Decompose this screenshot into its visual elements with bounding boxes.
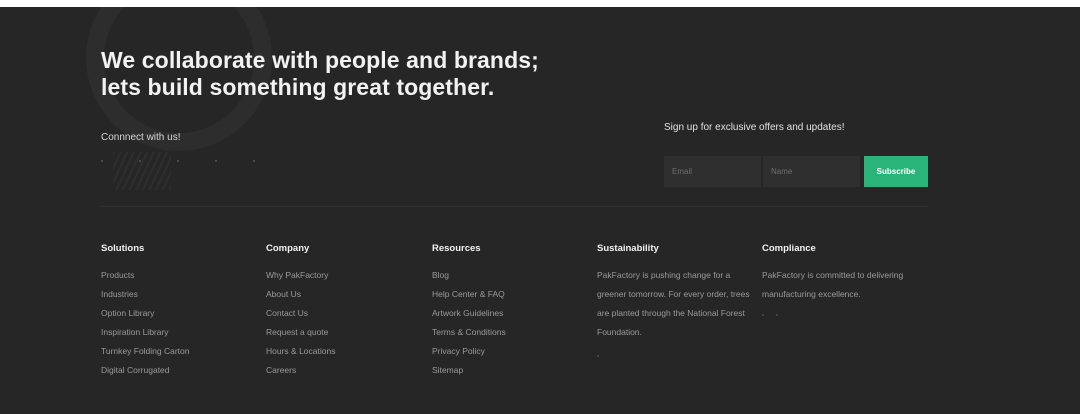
footer-column-sustainability: Sustainability PakFactory is pushing cha… (597, 243, 757, 362)
column-title: Sustainability (597, 243, 659, 254)
site-footer: We collaborate with people and brands; l… (0, 7, 1080, 414)
footer-link[interactable]: Turnkey Folding Carton (101, 342, 190, 361)
footer-column-compliance: Compliance PakFactory is committed to de… (762, 243, 928, 324)
compliance-badges (762, 304, 928, 324)
footer-link[interactable]: Option Library (101, 304, 190, 323)
column-title: Solutions (101, 243, 145, 254)
footer-divider (101, 206, 928, 207)
footer-link[interactable]: Blog (432, 266, 506, 285)
footer-link[interactable]: Digital Corrugated (101, 361, 190, 380)
footer-link[interactable]: Products (101, 266, 190, 285)
footer-link[interactable]: Careers (266, 361, 335, 380)
social-link-icon[interactable] (215, 160, 217, 162)
footer-link[interactable]: Industries (101, 285, 190, 304)
footer-column-company: Company Why PakFactory About Us Contact … (266, 243, 335, 380)
column-title: Resources (432, 243, 481, 254)
social-link-icon[interactable] (253, 160, 255, 162)
footer-link[interactable]: Sitemap (432, 361, 506, 380)
column-title: Compliance (762, 243, 816, 254)
headline-line-1: We collaborate with people and brands; (101, 47, 539, 73)
signup-label: Sign up for exclusive offers and updates… (664, 122, 845, 133)
footer-link[interactable]: Hours & Locations (266, 342, 335, 361)
footer-headline: We collaborate with people and brands; l… (101, 47, 539, 101)
social-link-icon[interactable] (177, 160, 179, 162)
footer-link[interactable]: Terms & Conditions (432, 323, 506, 342)
sustainability-badge (597, 342, 757, 362)
column-title: Company (266, 243, 310, 254)
footer-column-resources: Resources Blog Help Center & FAQ Artwork… (432, 243, 506, 380)
subscribe-button[interactable]: Subscribe (864, 156, 928, 187)
social-links (101, 152, 271, 192)
email-input[interactable] (664, 156, 761, 187)
compliance-text: PakFactory is committed to delivering ma… (762, 270, 904, 299)
footer-link[interactable]: Artwork Guidelines (432, 304, 506, 323)
sustainability-text: PakFactory is pushing change for a green… (597, 270, 750, 337)
footer-link[interactable]: Why PakFactory (266, 266, 335, 285)
footer-link[interactable]: Request a quote (266, 323, 335, 342)
social-link-icon[interactable] (101, 160, 103, 162)
footer-column-solutions: Solutions Products Industries Option Lib… (101, 243, 190, 380)
headline-line-2: lets build something great together. (101, 74, 495, 100)
connect-label: Connnect with us! (101, 132, 181, 143)
name-input[interactable] (763, 156, 860, 187)
footer-link[interactable]: Privacy Policy (432, 342, 506, 361)
footer-link[interactable]: About Us (266, 285, 335, 304)
footer-link[interactable]: Help Center & FAQ (432, 285, 506, 304)
social-link-icon[interactable] (139, 160, 141, 162)
footer-link[interactable]: Inspiration Library (101, 323, 190, 342)
decorative-hatch (113, 152, 171, 190)
footer-link[interactable]: Contact Us (266, 304, 335, 323)
